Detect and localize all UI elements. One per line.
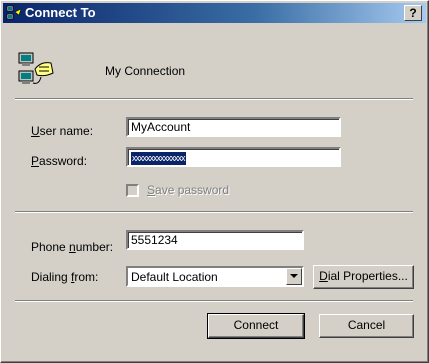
separator: [15, 300, 413, 302]
dialup-networking-icon: [6, 5, 22, 21]
dropdown-arrow-button[interactable]: [286, 268, 302, 285]
phone-number-input[interactable]: 5551234: [126, 230, 304, 250]
network-computers-icon: [17, 51, 57, 87]
password-input[interactable]: xxxxxxxxxxxxxxx: [126, 147, 341, 167]
chevron-down-icon: [290, 274, 298, 278]
dialing-from-label: Dialing from:: [31, 270, 99, 284]
dial-properties-button[interactable]: Dial Properties...: [313, 265, 414, 289]
save-password-label: Save password: [147, 183, 230, 197]
user-name-input[interactable]: MyAccount: [126, 117, 341, 137]
window-title: Connect To: [25, 5, 96, 20]
dialing-from-value: Default Location: [131, 270, 218, 284]
connect-button[interactable]: Connect: [207, 313, 305, 339]
separator: [15, 211, 413, 213]
save-password-checkbox[interactable]: [126, 184, 139, 197]
connection-name: My Connection: [105, 64, 186, 78]
separator: [15, 98, 413, 100]
help-button[interactable]: ?: [404, 5, 422, 21]
connect-to-dialog: Connect To ? My Connection User name: My…: [0, 0, 429, 363]
password-mask: xxxxxxxxxxxxxxx: [131, 152, 186, 165]
dialing-from-select[interactable]: Default Location: [126, 266, 304, 287]
phone-number-label: Phone number:: [31, 240, 114, 254]
password-label: Password:: [31, 154, 88, 168]
cancel-button[interactable]: Cancel: [319, 314, 414, 338]
user-name-label: User name:: [31, 124, 94, 138]
title-bar[interactable]: Connect To ?: [3, 3, 426, 23]
